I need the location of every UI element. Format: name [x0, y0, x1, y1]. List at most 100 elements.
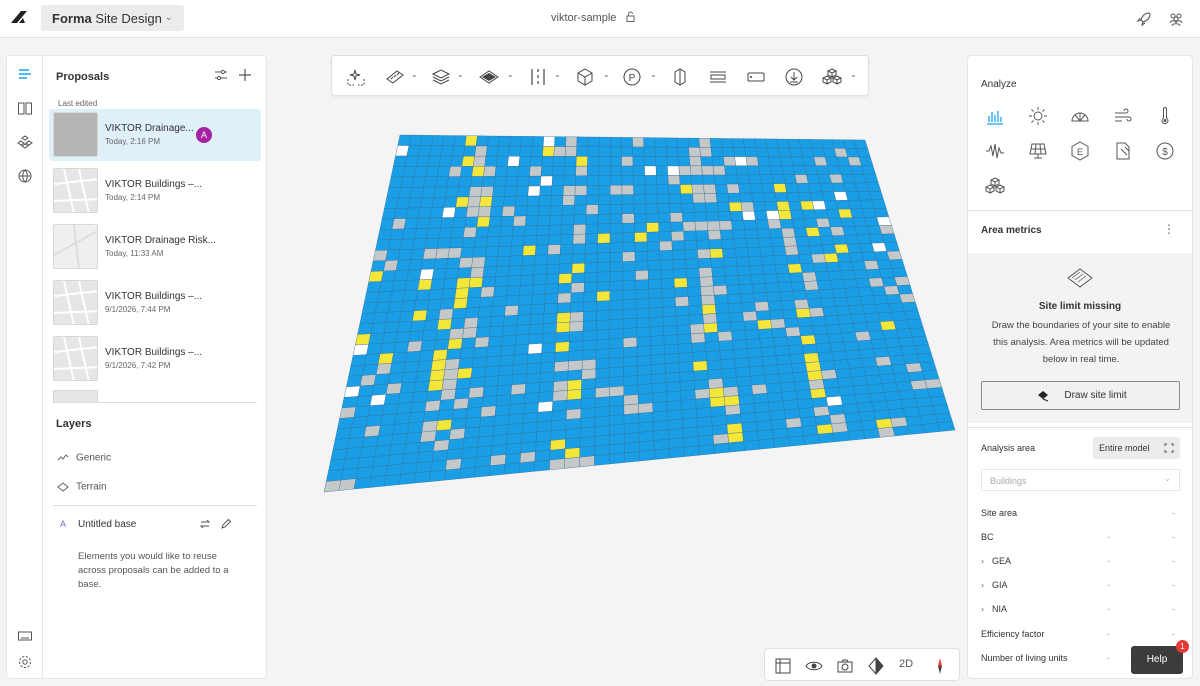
analysis-3d-map[interactable]: [320, 130, 960, 500]
chevron-right-icon[interactable]: ›: [981, 604, 984, 614]
analysis-cell: [671, 231, 685, 242]
library-icon[interactable]: [17, 134, 33, 150]
sky-dome-icon[interactable]: [1070, 106, 1090, 126]
buildings-dropdown[interactable]: Buildings ⌄: [981, 469, 1180, 491]
rocket-icon[interactable]: [1136, 11, 1152, 27]
daylight-icon[interactable]: [1113, 141, 1133, 161]
cost-icon[interactable]: $: [1155, 141, 1175, 161]
analysis-cell: [919, 361, 937, 372]
add-proposal-icon[interactable]: [238, 68, 252, 82]
analysis-cell: [805, 361, 822, 372]
analysis-cell: [526, 195, 540, 207]
solar-panel-icon[interactable]: [1028, 141, 1048, 161]
metric-row-gia[interactable]: › GIA - -: [981, 580, 1181, 590]
analysis-cell: [726, 422, 743, 434]
proposal-item[interactable]: VIKTOR Buildings –... 9/1/2026, 7:44 PM: [49, 277, 261, 329]
analysis-cell: [400, 462, 418, 475]
analysis-cell: [653, 439, 670, 451]
globe-icon[interactable]: [17, 168, 33, 184]
layer-generic[interactable]: Generic: [57, 452, 111, 464]
analysis-cell: [635, 279, 649, 290]
analysis-area-selector[interactable]: Entire model: [1093, 437, 1180, 459]
analysis-cell: [700, 156, 714, 167]
analysis-cell: [877, 312, 894, 322]
analysis-cell: [596, 271, 611, 283]
analysis-cell: [755, 219, 770, 230]
analysis-cell: [548, 234, 562, 246]
chevron-right-icon[interactable]: ›: [981, 580, 984, 590]
sun-icon[interactable]: [1028, 106, 1048, 126]
draw-site-limit-button[interactable]: Draw site limit: [981, 381, 1180, 410]
analysis-cell: [536, 225, 550, 236]
swap-icon[interactable]: [199, 518, 211, 530]
parking-tool-button[interactable]: P ⌄: [622, 66, 657, 86]
analysis-cell: [397, 320, 413, 333]
settings-gear-icon[interactable]: [17, 654, 33, 670]
visibility-eye-icon[interactable]: [805, 657, 823, 675]
book-icon[interactable]: [17, 100, 33, 116]
analysis-cell: [362, 364, 379, 376]
road-tool-button[interactable]: ⌄: [528, 66, 561, 86]
proposals-list-icon[interactable]: [17, 66, 33, 82]
energy-icon[interactable]: E: [1070, 141, 1090, 161]
forma-logo-icon[interactable]: [10, 10, 28, 24]
building-tool-button[interactable]: ⌄: [431, 66, 464, 86]
volume-tool-button[interactable]: ⌄: [575, 66, 610, 86]
proposal-item[interactable]: VIKTOR Drainage... Today, 2:16 PM A: [49, 109, 261, 161]
edit-pencil-icon[interactable]: [220, 518, 232, 530]
grid-view-icon[interactable]: [774, 657, 792, 675]
analysis-cell: [712, 433, 729, 445]
keyboard-icon[interactable]: [17, 628, 33, 644]
thermometer-icon[interactable]: [1155, 106, 1175, 126]
lock-icon[interactable]: [626, 11, 635, 22]
layer-terrain[interactable]: Terrain: [57, 481, 107, 493]
metric-row-nia[interactable]: › NIA - -: [981, 604, 1181, 614]
volumes-icon[interactable]: [985, 176, 1005, 196]
compass-icon[interactable]: [931, 657, 949, 675]
analysis-cell: [769, 409, 786, 421]
proposal-item[interactable]: VIKTOR Drainage Risk... Today, 11:33 AM: [49, 221, 261, 273]
app-switcher-button[interactable]: Forma Site Design ⌄: [41, 5, 184, 31]
analysis-cell: [519, 451, 536, 464]
section-view-icon[interactable]: [867, 657, 885, 675]
analysis-cell: [758, 438, 775, 450]
analysis-cell: [789, 147, 803, 158]
analysis-cell: [817, 432, 836, 444]
analysis-cell: [646, 231, 660, 242]
project-title[interactable]: viktor-sample: [551, 12, 616, 24]
filter-sliders-icon[interactable]: [214, 68, 228, 82]
analysis-cell: [748, 356, 764, 368]
analysis-cell: [459, 467, 476, 479]
base-name[interactable]: Untitled base: [78, 519, 136, 530]
more-options-icon[interactable]: ⋮: [1163, 222, 1175, 236]
analysis-cell: [368, 332, 385, 345]
analysis-cell: [595, 338, 610, 350]
analysis-cell: [389, 362, 406, 374]
analysis-cell: [489, 206, 504, 217]
help-button[interactable]: Help: [1131, 646, 1183, 674]
surface-tool-button[interactable]: ⌄: [479, 66, 514, 86]
analysis-cell: [436, 237, 452, 249]
metric-label: NIA: [992, 604, 1008, 614]
proposal-item[interactable]: VIKTOR Buildings –... Today, 2:14 PM: [49, 165, 261, 217]
analysis-cell: [597, 233, 611, 244]
analysis-cell: [560, 234, 574, 245]
analysis-cell: [679, 380, 696, 392]
metric-row-gea[interactable]: › GEA - -: [981, 556, 1181, 566]
draw-tool-button[interactable]: ⌄: [385, 66, 418, 86]
analysis-cell: [807, 298, 823, 309]
bar-chart-icon[interactable]: [985, 106, 1005, 126]
analysis-cell: [412, 391, 429, 403]
analysis-cell: [768, 228, 784, 238]
analysis-cell: [892, 425, 911, 437]
proposal-item[interactable]: VIKTOR Buildings –... 9/1/2026, 7:42 PM: [49, 333, 261, 385]
wind-icon[interactable]: [1113, 106, 1133, 126]
chevron-right-icon[interactable]: ›: [981, 556, 984, 566]
extensions-tool-button[interactable]: ⌄: [822, 66, 857, 86]
analysis-cell: [425, 309, 441, 321]
noise-icon[interactable]: [985, 141, 1005, 161]
people-icon[interactable]: [1168, 11, 1184, 27]
analysis-cell: [412, 238, 427, 250]
2d-toggle-button[interactable]: 2D: [899, 658, 913, 670]
camera-icon[interactable]: [836, 657, 854, 675]
